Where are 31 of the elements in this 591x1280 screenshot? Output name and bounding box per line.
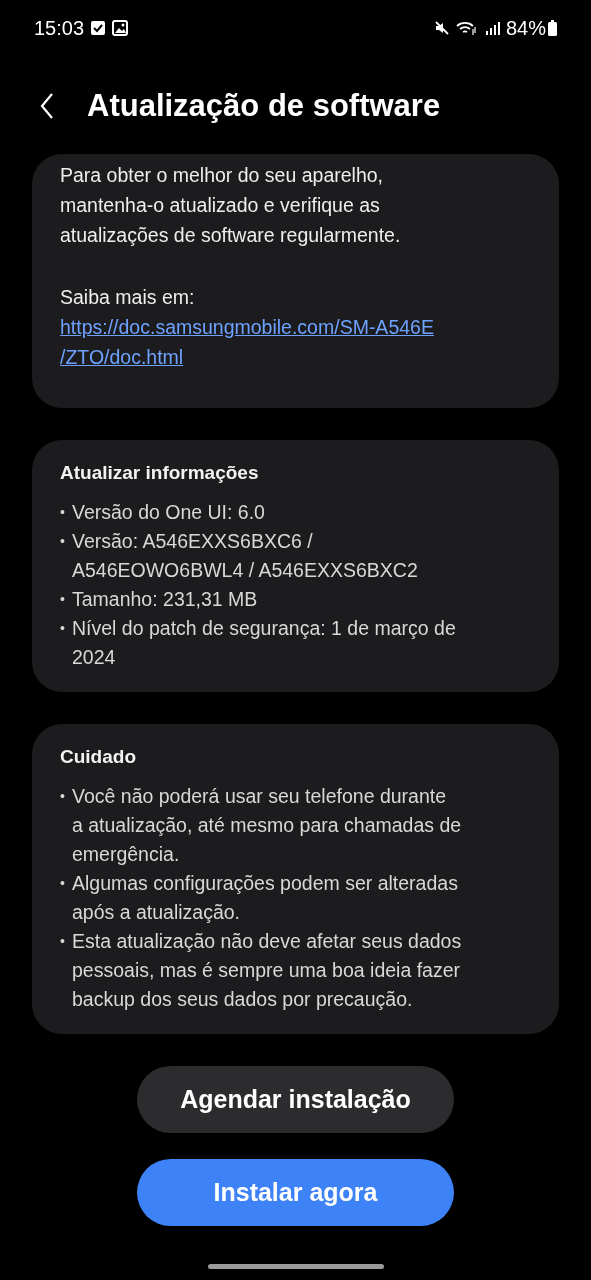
page-title: Atualização de software bbox=[87, 88, 441, 124]
bullet: • bbox=[60, 503, 66, 522]
bullet-text: Nível do patch de segurança: 1 de março de 2024 bbox=[72, 616, 456, 670]
bullet-text: Tamanho: 231,31 MB bbox=[72, 587, 258, 612]
battery-icon bbox=[548, 20, 557, 36]
bullet-text: Versão: A546EXXS6BXC6 / A546EOWO6BWL4 / A546EXXS6BXC2 bbox=[72, 529, 418, 583]
bullet: • bbox=[60, 874, 66, 893]
bullet-text: Algumas configurações podem ser alteradas após a atualização. bbox=[72, 871, 458, 925]
bullet-text: Esta atualização não deve afetar seus dados pessoais, mas é sempre uma boa ideia fazer backup dos seus dados por precaução. bbox=[72, 929, 462, 1012]
status-time: 15:03 bbox=[34, 16, 85, 40]
signal-icon bbox=[483, 20, 500, 36]
section-title: Atualizar informações bbox=[60, 462, 260, 484]
intro-text: Para obter o melhor do seu aparelho, mantenha-o atualizado e verifique as atualizações de software regularmente. bbox=[60, 163, 402, 248]
section-title: Cuidado bbox=[60, 746, 137, 768]
image-icon bbox=[112, 20, 129, 36]
bullet-text: Versão do One UI: 6.0 bbox=[72, 500, 265, 525]
schedule-button[interactable]: Agendar instalação bbox=[137, 1066, 454, 1133]
bullet: • bbox=[60, 787, 66, 806]
back-icon[interactable] bbox=[40, 92, 54, 120]
checkbox-icon bbox=[90, 20, 107, 36]
bullet: • bbox=[60, 532, 66, 551]
doc-link[interactable]: https://doc.samsungmobile.com/SM-A546E /ZTO/doc.html bbox=[60, 312, 531, 372]
bullet: • bbox=[60, 932, 66, 951]
learn-more-label: Saiba mais em: bbox=[60, 285, 196, 310]
bullet: • bbox=[60, 619, 66, 638]
battery-percent: 84% bbox=[505, 16, 546, 40]
install-button[interactable]: Instalar agora bbox=[137, 1159, 454, 1226]
mute-icon bbox=[433, 20, 450, 36]
wifi-icon bbox=[455, 20, 478, 36]
bullet-text: Você não poderá usar seu telefone durante a atualização, até mesmo para chamadas de emergência. bbox=[72, 784, 462, 867]
bullet: • bbox=[60, 590, 66, 609]
